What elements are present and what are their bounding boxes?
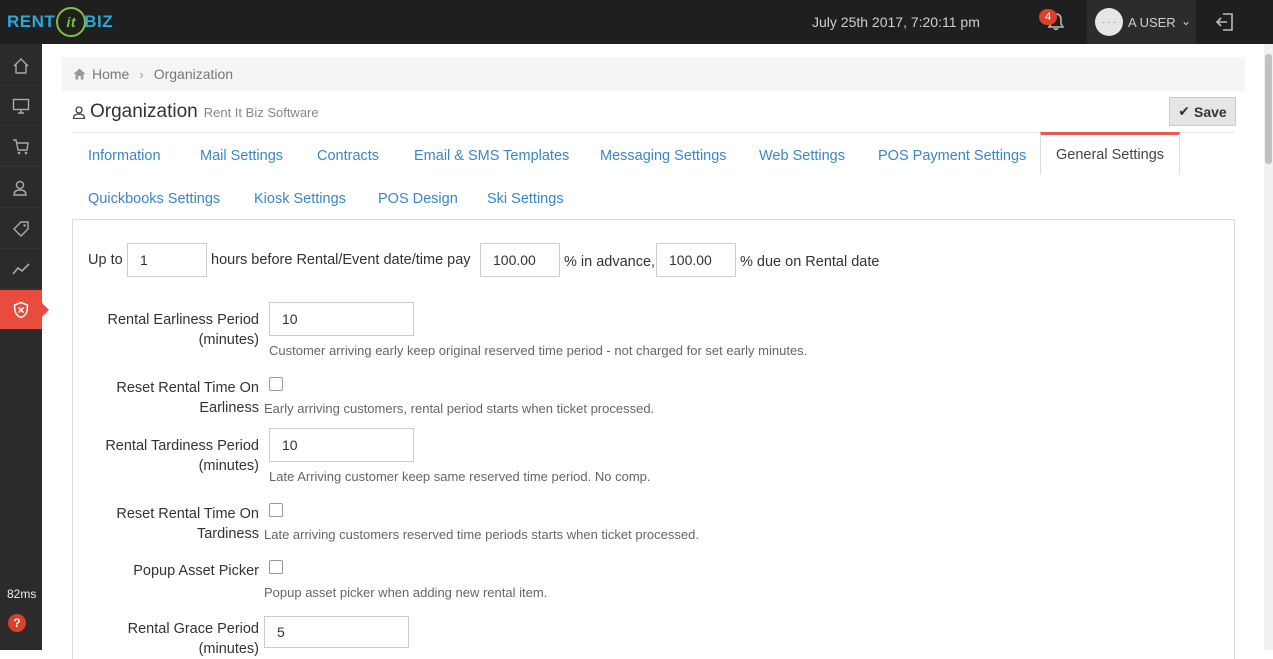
earliness-period-label-line1: Rental Earliness Period	[107, 312, 259, 328]
tardiness-period-label: Rental Tardiness Period (minutes)	[80, 436, 259, 476]
tardiness-period-input[interactable]: 10	[269, 428, 414, 462]
popup-asset-picker-label: Popup Asset Picker	[133, 563, 259, 579]
home-icon	[13, 57, 29, 74]
page-subtitle: Rent It Biz Software	[203, 105, 319, 120]
due-suffix-text: % due on Rental date	[740, 254, 880, 270]
sidebar-item-cart[interactable]	[0, 127, 42, 167]
reset-tardiness-checkbox[interactable]	[269, 503, 283, 517]
help-button[interactable]: ?	[8, 614, 26, 632]
earliness-period-label-line2: (minutes)	[198, 332, 259, 348]
scrollbar-thumb[interactable]	[1265, 54, 1272, 164]
check-icon: ✔	[1178, 103, 1191, 119]
user-menu[interactable]: - - - A USER ⌄	[1087, 0, 1196, 44]
current-datetime: July 25th 2017, 7:20:11 pm	[812, 14, 980, 30]
advance-percent-input[interactable]: 100.00	[480, 243, 560, 277]
app-logo[interactable]: RENT it BIZ	[7, 6, 113, 38]
reset-tardiness-label-line1: Reset Rental Time On	[116, 506, 259, 522]
tardiness-period-label-line2: (minutes)	[198, 458, 259, 474]
chevron-down-icon: ⌄	[1181, 14, 1192, 28]
reset-earliness-help: Early arriving customers, rental period …	[264, 401, 655, 416]
grace-period-label: Rental Grace Period (minutes)	[80, 619, 259, 659]
user-name: A USER	[1128, 15, 1176, 30]
tab-general-settings[interactable]: General Settings	[1040, 132, 1181, 175]
reset-earliness-label: Reset Rental Time On Earliness	[80, 378, 259, 418]
notification-badge[interactable]: 4	[1039, 9, 1057, 25]
reset-earliness-label-line1: Reset Rental Time On	[116, 380, 259, 396]
popup-asset-picker-help: Popup asset picker when adding new renta…	[264, 585, 548, 600]
user-icon	[72, 106, 86, 119]
page-title: Organization	[90, 101, 198, 122]
tag-icon	[13, 220, 29, 237]
sidebar: 82ms ?	[0, 44, 49, 650]
shield-icon	[13, 301, 29, 318]
earliness-period-label: Rental Earliness Period (minutes)	[80, 310, 259, 350]
tardiness-period-help: Late Arriving customer keep same reserve…	[269, 469, 651, 484]
sidebar-item-organization[interactable]	[0, 290, 49, 330]
grace-period-input[interactable]: 5	[264, 616, 409, 648]
grace-period-label-line2: (minutes)	[198, 641, 259, 657]
page-scrollbar[interactable]	[1264, 44, 1273, 650]
home-icon	[73, 68, 86, 80]
popup-asset-picker-checkbox[interactable]	[269, 560, 283, 574]
page-header: Organization Rent It Biz Software	[72, 101, 319, 123]
sidebar-item-reports[interactable]	[0, 249, 42, 289]
due-percent-input[interactable]: 100.00	[656, 243, 736, 277]
reset-earliness-checkbox[interactable]	[269, 377, 283, 391]
render-timing: 82ms	[7, 587, 37, 601]
hours-before-input[interactable]: 1	[127, 243, 207, 277]
avatar: - - -	[1095, 8, 1123, 36]
tab-information[interactable]: Information	[88, 134, 161, 177]
breadcrumb-home[interactable]: Home	[92, 66, 129, 82]
earliness-period-help: Customer arriving early keep original re…	[269, 343, 808, 358]
chart-line-icon	[12, 262, 30, 275]
tab-contracts[interactable]: Contracts	[317, 134, 379, 177]
reset-tardiness-label-line2: Tardiness	[196, 526, 259, 542]
logo-text-rent: RENT	[7, 12, 56, 31]
breadcrumb: Home › Organization	[62, 57, 1245, 91]
advance-suffix-text: % in advance,	[564, 254, 656, 270]
tab-web-settings[interactable]: Web Settings	[759, 134, 845, 177]
logo-text-it: it	[56, 7, 87, 37]
cart-icon	[13, 138, 29, 154]
tab-messaging-settings[interactable]: Messaging Settings	[600, 134, 727, 177]
payment-middle-text: hours before Rental/Event date/time pay	[211, 252, 471, 268]
sidebar-item-home[interactable]	[0, 46, 42, 86]
sidebar-item-tags[interactable]	[0, 209, 42, 249]
grace-period-label-line1: Rental Grace Period	[127, 621, 259, 637]
save-button[interactable]: ✔ Save	[1169, 97, 1236, 126]
monitor-icon	[12, 98, 30, 114]
tab-email-sms-templates[interactable]: Email & SMS Templates	[414, 134, 569, 177]
breadcrumb-current: Organization	[153, 66, 234, 82]
tab-pos-payment-settings[interactable]: POS Payment Settings	[878, 134, 1026, 177]
logo-text-biz: BIZ	[84, 12, 114, 31]
logout-icon[interactable]	[1214, 11, 1236, 33]
chevron-right-icon: ›	[139, 66, 144, 82]
reset-tardiness-label: Reset Rental Time On Tardiness	[80, 504, 259, 544]
top-bar: RENT it BIZ July 25th 2017, 7:20:11 pm 4…	[0, 0, 1273, 44]
earliness-period-input[interactable]: 10	[269, 302, 414, 336]
reset-earliness-label-line2: Earliness	[199, 400, 259, 416]
users-icon	[13, 180, 27, 196]
tab-kiosk-settings[interactable]: Kiosk Settings	[254, 177, 346, 220]
reset-tardiness-help: Late arriving customers reserved time pe…	[264, 527, 699, 542]
save-button-label: Save	[1194, 103, 1227, 120]
tab-pos-design[interactable]: POS Design	[378, 177, 458, 220]
tab-quickbooks-settings[interactable]: Quickbooks Settings	[88, 177, 220, 220]
sidebar-item-users[interactable]	[0, 168, 42, 208]
payment-prefix-text: Up to	[88, 252, 123, 268]
sidebar-item-monitor[interactable]	[0, 86, 42, 126]
tardiness-period-label-line1: Rental Tardiness Period	[105, 438, 259, 454]
tab-ski-settings[interactable]: Ski Settings	[487, 177, 564, 220]
tab-mail-settings[interactable]: Mail Settings	[200, 134, 283, 177]
